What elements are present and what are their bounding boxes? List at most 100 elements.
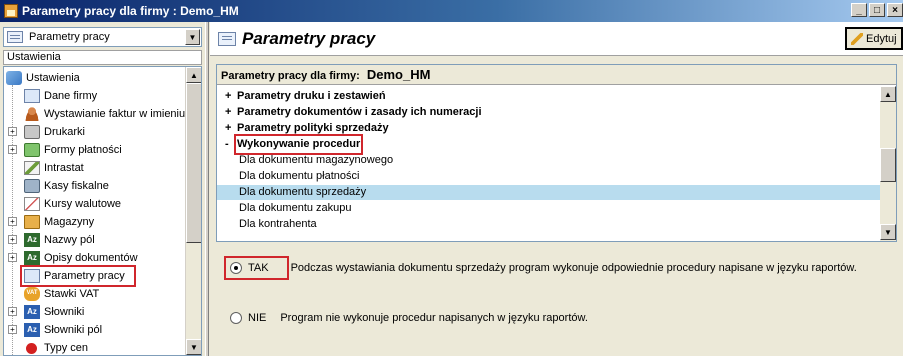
tree-item-label: Opisy dokumentów <box>44 252 138 264</box>
az-blue-icon: Az <box>24 323 40 337</box>
tree-scrollbar[interactable]: ▲ ▼ <box>185 67 201 355</box>
params-scrollbar[interactable]: ▲ ▼ <box>880 86 896 241</box>
close-button[interactable]: × <box>887 3 903 17</box>
tree-item-label: Intrastat <box>44 162 84 174</box>
params-title-prefix: Parametry pracy dla firmy: <box>221 70 360 82</box>
param-item[interactable]: Dla kontrahenta <box>217 217 881 232</box>
tree-item-label: Formy płatności <box>44 144 122 156</box>
param-item-label: Dla dokumentu sprzedaży <box>239 186 367 198</box>
param-item[interactable]: Dla dokumentu magazynowego <box>217 153 881 168</box>
scroll-thumb[interactable] <box>880 148 896 182</box>
param-item-label: Dla dokumentu płatności <box>239 170 360 182</box>
document-icon <box>24 269 40 283</box>
option-tak[interactable]: TAK Podczas wystawiania dokumentu sprzed… <box>224 256 857 280</box>
pencil-icon <box>851 32 863 45</box>
param-group-label: Wykonywanie procedur <box>233 134 364 155</box>
minimize-button[interactable]: _ <box>851 3 867 17</box>
document-icon <box>24 89 40 103</box>
tree-item-label: Stawki VAT <box>44 288 100 300</box>
tree-item-label: Kasy fiskalne <box>44 180 109 192</box>
tree-item-label: Słowniki pól <box>44 324 103 336</box>
tree-item-label: Magazyny <box>44 216 95 228</box>
expand-plus-icon[interactable]: + <box>225 89 231 104</box>
params-list: + Parametry druku i zestawień + Parametr… <box>217 89 881 243</box>
param-group[interactable]: + Parametry druku i zestawień <box>217 89 881 104</box>
param-item-label: Dla dokumentu zakupu <box>239 202 352 214</box>
expand-plus-icon[interactable]: + <box>8 325 17 334</box>
scroll-up-icon[interactable]: ▲ <box>186 67 201 83</box>
tree-item-label: Wystawianie faktur w imieniu <box>44 108 186 120</box>
radio-nie-label: NIE <box>248 312 267 324</box>
tree-item-label: Ustawienia <box>26 72 80 84</box>
scroll-down-icon[interactable]: ▼ <box>186 339 201 355</box>
person-icon <box>24 107 40 121</box>
expand-plus-icon[interactable]: + <box>8 307 17 316</box>
expand-plus-icon[interactable]: + <box>8 235 17 244</box>
tools-icon <box>6 71 22 85</box>
edit-button[interactable]: Edytuj <box>845 27 903 50</box>
az-icon: Az <box>24 233 40 247</box>
param-item[interactable]: Dla dokumentu płatności <box>217 169 881 184</box>
expand-plus-icon[interactable]: + <box>8 217 17 226</box>
window-titlebar[interactable]: Parametry pracy dla firmy : Demo_HM _ □ … <box>0 0 903 22</box>
radio-nie-description: Program nie wykonuje procedur napisanych… <box>280 312 588 324</box>
maximize-button[interactable]: □ <box>869 3 885 17</box>
tree-item-label: Typy cen <box>44 342 89 354</box>
param-item[interactable]: Dla dokumentu zakupu <box>217 201 881 216</box>
params-panel: Parametry pracy dla firmy: Demo_HM + Par… <box>216 64 897 242</box>
scroll-down-icon[interactable]: ▼ <box>880 224 896 240</box>
tree-item-label: Słowniki <box>44 306 85 318</box>
document-icon <box>218 32 236 46</box>
param-group-expanded[interactable]: - Wykonywanie procedur <box>217 134 881 155</box>
panel-splitter[interactable] <box>205 22 209 356</box>
collapse-minus-icon[interactable]: - <box>225 137 229 152</box>
scroll-up-icon[interactable]: ▲ <box>880 86 896 102</box>
pen-icon <box>24 161 40 175</box>
document-icon <box>7 31 23 43</box>
tree-item-parametry-pracy[interactable]: Parametry pracy <box>20 265 136 287</box>
param-group-label: Parametry druku i zestawień <box>237 90 386 102</box>
window-controls: _ □ × <box>849 3 903 17</box>
card-icon <box>24 179 40 193</box>
printer-icon <box>24 125 40 139</box>
expand-plus-icon[interactable]: + <box>8 253 17 262</box>
expand-plus-icon[interactable]: + <box>8 127 17 136</box>
tree-item-label: Nazwy pól <box>44 234 95 246</box>
tak-highlight[interactable]: TAK <box>224 256 289 280</box>
params-title: Parametry pracy dla firmy: Demo_HM <box>217 65 896 85</box>
window-title: Parametry pracy dla firmy : Demo_HM <box>22 4 239 18</box>
app-icon <box>4 4 18 18</box>
param-item-selected[interactable]: Dla dokumentu sprzedaży <box>217 185 881 200</box>
expand-plus-icon[interactable]: + <box>225 121 231 136</box>
tree-item-label: Parametry pracy <box>44 270 125 282</box>
expand-plus-icon[interactable]: + <box>225 105 231 120</box>
right-panel: Parametry pracy Edytuj Parametry pracy d… <box>210 22 903 356</box>
vat-icon: VAT <box>24 287 40 301</box>
expand-plus-icon[interactable]: + <box>8 145 17 154</box>
chevron-down-icon[interactable]: ▼ <box>185 29 200 45</box>
page-header: Parametry pracy Edytuj <box>210 22 903 56</box>
module-select-value: Parametry pracy <box>29 31 110 43</box>
procedure-options: TAK Podczas wystawiania dokumentu sprzed… <box>216 246 897 354</box>
chart-icon <box>24 197 40 211</box>
tree-item-label: Drukarki <box>44 126 85 138</box>
red-dot-icon <box>26 343 37 354</box>
scroll-thumb[interactable] <box>186 83 201 243</box>
section-label: Ustawienia <box>3 50 202 65</box>
param-group-label: Parametry polityki sprzedaży <box>237 122 389 134</box>
radio-nie[interactable] <box>230 312 242 324</box>
option-nie[interactable]: NIE Program nie wykonuje procedur napisa… <box>230 312 588 324</box>
param-item-label: Dla dokumentu magazynowego <box>239 154 394 166</box>
folder-icon <box>24 215 40 229</box>
module-select[interactable]: Parametry pracy ▼ <box>3 27 202 47</box>
param-group[interactable]: + Parametry polityki sprzedaży <box>217 121 881 136</box>
az-blue-icon: Az <box>24 305 40 319</box>
param-group[interactable]: + Parametry dokumentów i zasady ich nume… <box>217 105 881 120</box>
radio-tak-description: Podczas wystawiania dokumentu sprzedaży … <box>290 262 857 274</box>
left-panel: Parametry pracy ▼ Ustawienia Ustawienia … <box>0 22 205 356</box>
tree-item-label: Kursy walutowe <box>44 198 122 210</box>
param-item-label: Dla kontrahenta <box>239 218 317 230</box>
firm-name: Demo_HM <box>366 67 431 82</box>
param-group-label: Parametry dokumentów i zasady ich numera… <box>237 106 482 118</box>
radio-tak[interactable] <box>230 262 242 274</box>
